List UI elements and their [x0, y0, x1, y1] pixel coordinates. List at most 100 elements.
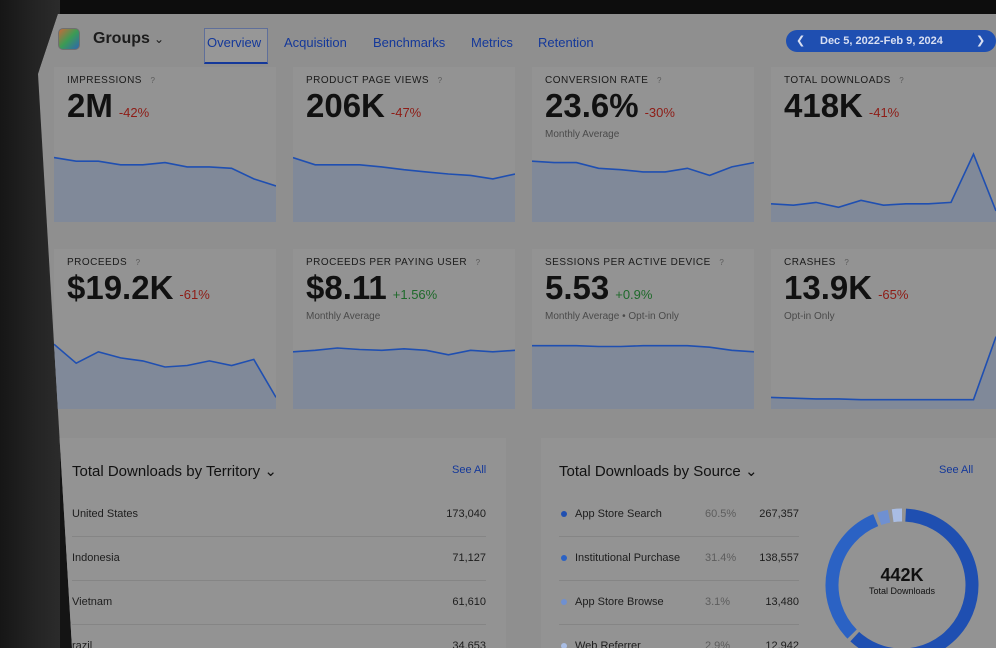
- top-navigation: Groups ⌄ Overview Acquisition Benchmarks…: [38, 14, 996, 70]
- table-row[interactable]: Indonesia 71,127: [72, 537, 486, 581]
- date-range-label: Dec 5, 2022-Feb 9, 2024: [820, 35, 943, 47]
- help-icon[interactable]: ?: [133, 258, 143, 268]
- legend-dot: [561, 511, 567, 517]
- sparkline-area: [54, 344, 276, 409]
- metric-change: -61%: [179, 287, 210, 302]
- metric-subtitle: Monthly Average • Opt-in Only: [545, 311, 679, 322]
- metric-change: -30%: [644, 105, 675, 120]
- territory-name: razil: [72, 640, 93, 648]
- list-item[interactable]: Institutional Purchase 31.4% 138,557: [559, 537, 799, 581]
- table-row[interactable]: United States 173,040: [72, 493, 486, 537]
- source-name: App Store Search: [575, 508, 662, 520]
- metric-card-impressions[interactable]: IMPRESSIONS? 2M -42%: [54, 67, 276, 222]
- metric-card-proceeds-per-paying-user[interactable]: PROCEEDS PER PAYING USER? $8.11 +1.56% Mo…: [293, 249, 515, 409]
- tab-benchmarks[interactable]: Benchmarks: [373, 35, 445, 50]
- metric-value: $19.2K -61%: [67, 269, 210, 306]
- tab-overview[interactable]: Overview: [204, 28, 268, 64]
- sparkline-chart: [293, 156, 515, 222]
- metric-change: -41%: [868, 105, 900, 120]
- chevron-down-icon[interactable]: ⌄: [264, 463, 277, 480]
- metric-subtitle: Opt-in Only: [784, 311, 835, 322]
- sparkline-area: [54, 157, 276, 222]
- metric-change: +0.9%: [615, 287, 653, 302]
- sparkline-chart: [293, 347, 515, 409]
- source-see-all-link[interactable]: See All: [939, 464, 973, 476]
- tab-metrics[interactable]: Metrics: [471, 35, 513, 50]
- metric-change: -65%: [878, 287, 909, 302]
- table-row[interactable]: Vietnam 61,610: [72, 581, 486, 625]
- legend-dot: [561, 643, 567, 648]
- sparkline-chart: [532, 160, 754, 222]
- donut-slice[interactable]: [891, 508, 903, 523]
- tab-retention[interactable]: Retention: [538, 35, 594, 50]
- sparkline-chart: [54, 156, 276, 222]
- chevron-left-icon[interactable]: ❮: [796, 34, 805, 47]
- source-percent: 3.1%: [705, 596, 731, 608]
- source-panel-title[interactable]: Total Downloads by Source ⌄: [559, 462, 758, 480]
- metric-card-product-page-views[interactable]: PRODUCT PAGE VIEWS? 206K -47%: [293, 67, 515, 222]
- chevron-right-icon[interactable]: ❯: [976, 34, 985, 47]
- metric-card-crashes[interactable]: CRASHES? 13.9K -65% Opt-in Only: [771, 249, 996, 409]
- help-icon[interactable]: ?: [473, 258, 483, 268]
- source-panel: Total Downloads by Source ⌄ See All App …: [541, 438, 996, 648]
- metric-change: +1.56%: [392, 287, 438, 302]
- help-icon[interactable]: ?: [897, 76, 907, 86]
- metric-value: 23.6% -30%: [545, 87, 675, 124]
- sparkline-chart: [532, 344, 754, 409]
- territory-value: 71,127: [452, 552, 486, 564]
- territory-name: Indonesia: [72, 552, 120, 564]
- help-icon[interactable]: ?: [842, 258, 852, 268]
- metric-card-proceeds[interactable]: PROCEEDS? $19.2K -61%: [54, 249, 276, 409]
- chevron-down-icon[interactable]: ⌄: [154, 32, 164, 46]
- date-range-picker[interactable]: ❮ Dec 5, 2022-Feb 9, 2024 ❯: [786, 30, 996, 52]
- tab-acquisition[interactable]: Acquisition: [284, 35, 347, 50]
- source-percent: 31.4%: [705, 552, 737, 564]
- donut-slice[interactable]: [877, 509, 891, 526]
- metric-title: CRASHES?: [784, 257, 852, 268]
- territory-value: 173,040: [446, 508, 486, 520]
- metric-change: -42%: [118, 105, 150, 120]
- help-icon[interactable]: ?: [717, 258, 727, 268]
- source-value: 267,357: [759, 508, 799, 520]
- source-value: 13,480: [765, 596, 799, 608]
- metric-value: $8.11 +1.56%: [306, 269, 438, 306]
- sparkline-area: [293, 348, 515, 409]
- table-row[interactable]: razil 34,653: [72, 625, 486, 648]
- territory-see-all-link[interactable]: See All: [452, 464, 486, 476]
- metric-value: 5.53 +0.9%: [545, 269, 653, 306]
- list-item[interactable]: App Store Search 60.5% 267,357: [559, 493, 799, 537]
- sparkline-chart: [54, 343, 276, 409]
- metric-card-conversion-rate[interactable]: CONVERSION RATE? 23.6% -30% Monthly Avera…: [532, 67, 754, 222]
- metric-card-total-downloads[interactable]: TOTAL DOWNLOADS? 418K -41%: [771, 67, 996, 222]
- source-value: 138,557: [759, 552, 799, 564]
- metric-value: 13.9K -65%: [784, 269, 909, 306]
- territory-name: Vietnam: [72, 596, 113, 608]
- territory-value: 61,610: [452, 596, 486, 608]
- source-percent: 60.5%: [705, 508, 737, 520]
- metric-title: CONVERSION RATE?: [545, 75, 664, 86]
- territory-panel-title[interactable]: Total Downloads by Territory ⌄: [72, 462, 277, 480]
- metric-title: PROCEEDS?: [67, 257, 143, 268]
- metric-title: PROCEEDS PER PAYING USER?: [306, 257, 483, 268]
- source-name: Institutional Purchase: [575, 552, 681, 564]
- territory-value: 34,653: [452, 640, 486, 648]
- help-icon[interactable]: ?: [654, 76, 664, 86]
- app-icon[interactable]: [58, 28, 80, 50]
- source-name: Web Referrer: [575, 640, 641, 648]
- source-value: 12,942: [765, 640, 799, 648]
- donut-center-label: 442K Total Downloads: [842, 565, 962, 596]
- metric-value: 418K -41%: [784, 87, 900, 124]
- legend-dot: [561, 555, 567, 561]
- help-icon[interactable]: ?: [148, 76, 158, 86]
- sparkline-area: [771, 154, 996, 222]
- metric-card-sessions-per-active-device[interactable]: SESSIONS PER ACTIVE DEVICE? 5.53 +0.9% Mo…: [532, 249, 754, 409]
- list-item[interactable]: App Store Browse 3.1% 13,480: [559, 581, 799, 625]
- list-item[interactable]: Web Referrer 2.9% 12,942: [559, 625, 799, 648]
- metric-change: -47%: [390, 105, 422, 120]
- donut-caption: Total Downloads: [868, 586, 936, 596]
- sparkline-chart: [771, 336, 996, 409]
- metric-title: TOTAL DOWNLOADS?: [784, 75, 907, 86]
- app-name[interactable]: Groups: [93, 30, 150, 48]
- help-icon[interactable]: ?: [435, 76, 445, 86]
- chevron-down-icon[interactable]: ⌄: [745, 463, 758, 480]
